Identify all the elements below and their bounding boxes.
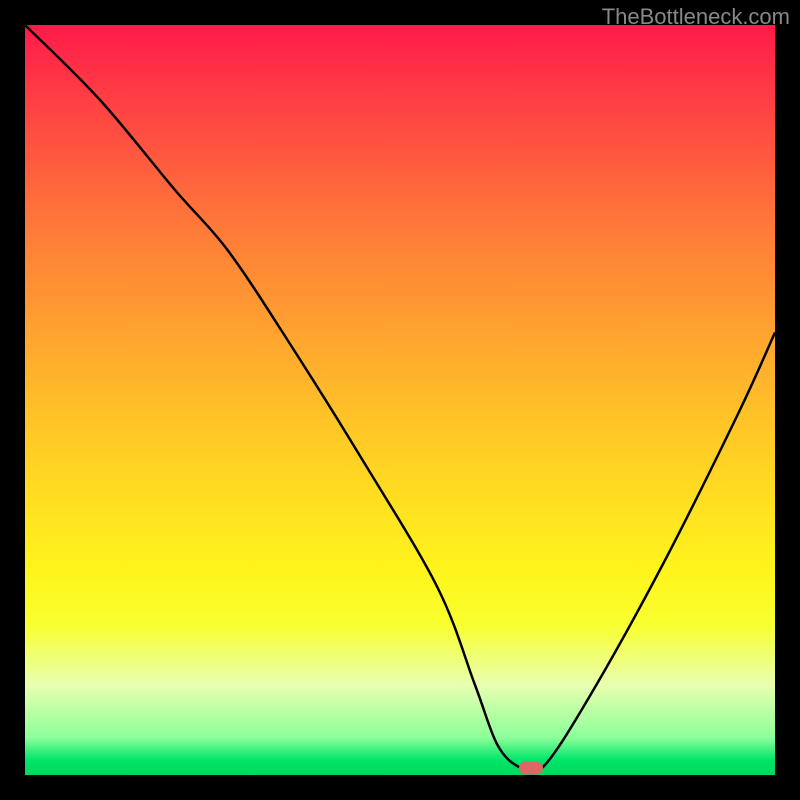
- optimal-marker: [519, 761, 543, 774]
- chart-container: TheBottleneck.com: [0, 0, 800, 800]
- watermark-text: TheBottleneck.com: [602, 4, 790, 30]
- plot-area: [25, 25, 775, 775]
- bottleneck-curve: [25, 25, 775, 775]
